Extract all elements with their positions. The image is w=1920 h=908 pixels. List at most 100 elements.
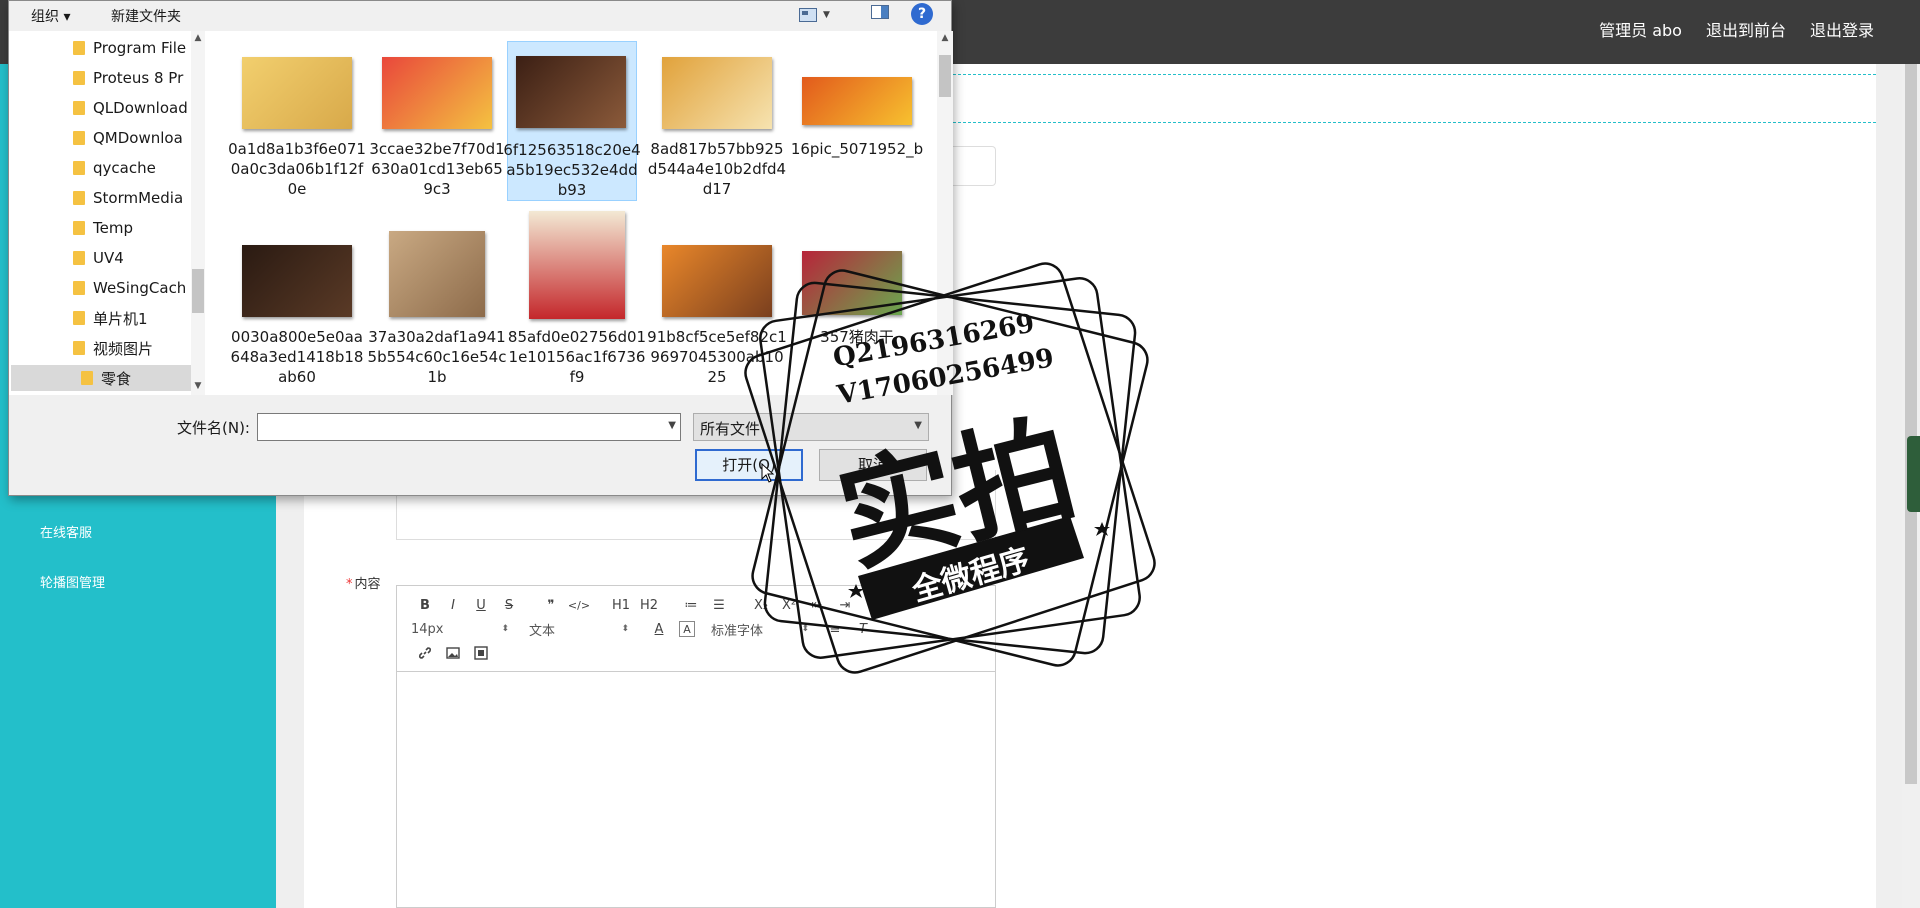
edge-widget[interactable] <box>1907 436 1920 512</box>
paragraph-value: 文本 <box>529 623 556 639</box>
preview-pane-button[interactable] <box>871 5 893 25</box>
admin-user-link[interactable]: 管理员 abo <box>1599 17 1682 41</box>
nav-folder-item-selected[interactable]: 零食 <box>11 365 191 391</box>
file-name: 16pic_5071952_b <box>790 140 924 158</box>
scroll-down-icon[interactable]: ▼ <box>191 381 205 391</box>
filename-input[interactable]: ▼ <box>257 413 681 441</box>
folder-icon <box>73 41 85 55</box>
help-icon[interactable]: ? <box>911 3 933 25</box>
dashed-divider <box>948 74 1876 75</box>
blockquote-button[interactable]: ❞ <box>537 594 565 616</box>
file-item[interactable]: 85afd0e02756d011e10156ac1f6736f9 <box>507 211 647 386</box>
nav-folder-item[interactable]: QMDownloa <box>73 125 193 151</box>
file-grid-scrollbar-thumb[interactable] <box>939 55 951 97</box>
nav-folder-item[interactable]: UV4 <box>73 245 193 271</box>
sidebar-item-online-service[interactable]: 在线客服 <box>40 522 92 541</box>
font-size-select[interactable]: 14px ⬍ <box>411 618 515 640</box>
nav-folder-item[interactable]: 视频图片 <box>73 335 193 361</box>
file-item-selected[interactable]: 6f12563518c20e4a5b19ec532e4ddb93 <box>503 41 641 201</box>
folder-icon <box>73 131 85 145</box>
nav-folder-label: Proteus 8 Pr <box>93 69 184 87</box>
folder-icon <box>73 221 85 235</box>
nav-folder-label: Temp <box>93 219 133 237</box>
file-name: 3ccae32be7f70d1630a01cd13eb659c3 <box>369 140 505 198</box>
file-name: 0030a800e5e0aa648a3ed1418b18ab60 <box>230 328 364 386</box>
toolbar-row-media <box>411 642 495 664</box>
nav-folder-item[interactable]: Program File <box>73 35 193 61</box>
italic-button[interactable]: I <box>439 594 467 616</box>
logout-link[interactable]: 退出登录 <box>1810 17 1874 41</box>
dialog-toolbar: 组织 ▾ 新建文件夹 ▼ ? <box>9 1 951 31</box>
organize-menu[interactable]: 组织 ▾ <box>31 6 70 26</box>
file-item[interactable]: 37a30a2daf1a9415b554c60c16e54c1b <box>367 211 507 386</box>
nav-folder-item[interactable]: QLDownload <box>73 95 193 121</box>
title-input[interactable] <box>948 146 996 186</box>
strike-button[interactable]: S <box>495 594 523 616</box>
preview-pane-icon <box>871 5 889 19</box>
file-name: 85afd0e02756d011e10156ac1f6736f9 <box>507 328 647 386</box>
file-item[interactable]: 3ccae32be7f70d1630a01cd13eb659c3 <box>367 43 507 203</box>
folder-icon <box>73 101 85 115</box>
page-scrollbar-thumb[interactable] <box>1905 64 1917 784</box>
file-thumbnail <box>389 231 485 317</box>
folder-icon <box>73 341 85 355</box>
ordered-list-button[interactable]: ≔ <box>677 594 705 616</box>
file-name: 0a1d8a1b3f6e0710a0c3da06b1f12f0e <box>228 140 366 198</box>
topbar-links: 管理员 abo 退出到前台 退出登录 <box>1599 0 1874 58</box>
updown-icon: ⬍ <box>621 624 629 634</box>
nav-folder-label: WeSingCach <box>93 279 187 297</box>
folder-icon <box>73 161 85 175</box>
folder-icon <box>73 281 85 295</box>
back-to-frontend-link[interactable]: 退出到前台 <box>1706 17 1786 41</box>
folder-icon <box>73 311 85 325</box>
nav-folder-label: UV4 <box>93 249 124 267</box>
scroll-up-icon[interactable]: ▲ <box>938 33 952 43</box>
file-thumbnail <box>516 56 626 128</box>
h2-button[interactable]: H2 <box>635 594 663 616</box>
chevron-down-icon[interactable]: ▼ <box>668 420 676 431</box>
bullet-list-button[interactable]: ☰ <box>705 594 733 616</box>
file-thumbnail <box>382 57 492 129</box>
folder-icon <box>73 251 85 265</box>
scroll-up-icon[interactable]: ▲ <box>191 33 205 43</box>
file-thumbnail <box>529 211 625 319</box>
file-item[interactable]: 0a1d8a1b3f6e0710a0c3da06b1f12f0e <box>227 43 367 203</box>
nav-folder-item[interactable]: WeSingCach <box>73 275 193 301</box>
folder-icon <box>73 71 85 85</box>
nav-folder-label: qycache <box>93 159 156 177</box>
watermark-stamp: Q2196316269 V17060256499 实拍 全微程序 <box>740 258 1180 698</box>
sidebar-item-carousel-manage[interactable]: 轮播图管理 <box>40 572 105 591</box>
image-icon[interactable] <box>439 642 467 664</box>
bold-button[interactable]: B <box>411 594 439 616</box>
content-label-text: 内容 <box>354 577 381 592</box>
nav-folder-item[interactable]: qycache <box>73 155 193 181</box>
nav-folder-label: 视频图片 <box>93 339 154 358</box>
file-thumbnail <box>242 245 352 317</box>
font-color-icon[interactable]: A <box>645 618 673 640</box>
link-icon[interactable] <box>411 642 439 664</box>
new-folder-button[interactable]: 新建文件夹 <box>111 6 181 26</box>
nav-folder-item[interactable]: StormMedia <box>73 185 193 211</box>
video-icon[interactable] <box>467 642 495 664</box>
background-color-icon[interactable]: A <box>679 621 695 637</box>
nav-folder-item[interactable]: 单片机1 <box>73 305 193 331</box>
folder-icon <box>81 371 93 385</box>
nav-folder-item[interactable]: Temp <box>73 215 193 241</box>
nav-folder-label: Program File <box>93 39 187 57</box>
font-size-value: 14px <box>411 621 444 637</box>
paragraph-select[interactable]: 文本 ⬍ <box>523 618 635 640</box>
filename-label: 文件名(N): <box>177 419 250 437</box>
h1-button[interactable]: H1 <box>607 594 635 616</box>
view-icon <box>799 8 817 22</box>
underline-button[interactable]: U <box>467 594 495 616</box>
file-name: 8ad817b57bb925d544a4e10b2dfd4d17 <box>647 140 787 198</box>
file-item[interactable]: 0030a800e5e0aa648a3ed1418b18ab60 <box>227 211 367 386</box>
navigation-scrollbar-thumb[interactable] <box>192 269 204 313</box>
updown-icon: ⬍ <box>501 624 509 634</box>
navigation-scrollbar[interactable]: ▲ ▼ <box>191 31 205 395</box>
file-item[interactable]: 8ad817b57bb925d544a4e10b2dfd4d17 <box>647 43 787 203</box>
code-button[interactable]: </> <box>565 594 593 616</box>
nav-folder-item[interactable]: Proteus 8 Pr <box>73 65 193 91</box>
change-view-button[interactable]: ▼ <box>799 5 841 25</box>
file-item[interactable]: 16pic_5071952_b <box>787 43 927 203</box>
